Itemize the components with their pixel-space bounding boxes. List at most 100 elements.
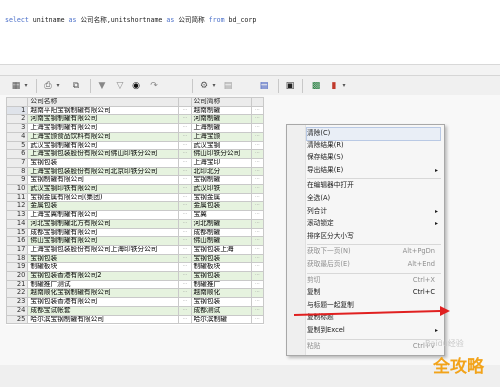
cell-ellipsis-icon[interactable]: ··· bbox=[178, 131, 192, 142]
menu-item[interactable]: 滚动锁定 ▸ bbox=[307, 218, 441, 230]
report-icon[interactable]: ▮ bbox=[328, 79, 340, 93]
row-number[interactable]: 8 bbox=[5, 166, 29, 177]
cell-company-name[interactable]: 宝钢包装 bbox=[27, 253, 180, 264]
row-number[interactable]: 6 bbox=[5, 149, 29, 159]
result-grid[interactable]: 公司名称 公司简称 1 越南平阳宝钢制罐有限公司 ··· 越南制罐 ··· 2 河南宝钢制罐… bbox=[5, 97, 265, 325]
cell-ellipsis-icon[interactable]: ··· bbox=[250, 227, 265, 238]
cell-ellipsis-icon[interactable]: ··· bbox=[178, 262, 192, 273]
find-icon[interactable]: ◉ bbox=[130, 79, 142, 93]
cell-company-name[interactable]: 制罐板块 bbox=[27, 262, 180, 273]
cell-company-name[interactable]: 上海宝钢包装股份有限公司北京印铁分公司 bbox=[27, 166, 180, 177]
cell-ellipsis-icon[interactable]: ··· bbox=[250, 166, 265, 177]
cell-ellipsis-icon[interactable]: ··· bbox=[250, 210, 265, 220]
cell-company-name[interactable]: 宝钢制罐有限公司 bbox=[27, 175, 180, 186]
table-row[interactable]: 5 武汉宝钢制罐有限公司 ··· 武汉宝钢 ··· bbox=[5, 140, 265, 151]
table-row[interactable]: 8 上海宝钢包装股份有限公司北京印铁分公司 ··· 北印北分 ··· bbox=[5, 166, 265, 177]
row-number-header[interactable] bbox=[5, 97, 29, 107]
cell-ellipsis-icon[interactable]: ··· bbox=[250, 271, 265, 281]
cell-ellipsis-icon[interactable]: ··· bbox=[178, 227, 192, 238]
cell-ellipsis-icon[interactable]: ··· bbox=[178, 123, 192, 133]
table-row[interactable]: 12 金属包装 ··· 金属包装 ··· bbox=[5, 201, 265, 212]
cell-company-name[interactable]: 成都宝试帐套 bbox=[27, 305, 180, 316]
next-icon[interactable]: ↷ bbox=[148, 79, 160, 93]
cell-ellipsis-icon[interactable]: ··· bbox=[250, 262, 265, 273]
cell-ellipsis-icon[interactable]: ··· bbox=[250, 149, 265, 159]
table-row[interactable]: 2 河南宝钢制罐有限公司 ··· 河南制罐 ··· bbox=[5, 114, 265, 125]
cell-ellipsis-icon[interactable]: ··· bbox=[178, 297, 192, 307]
cell-ellipsis-icon[interactable]: ··· bbox=[250, 253, 265, 264]
menu-item[interactable]: 排序区分大小写 bbox=[307, 231, 441, 243]
row-number[interactable]: 25 bbox=[5, 314, 29, 325]
cell-ellipsis-icon[interactable]: ··· bbox=[178, 149, 192, 159]
cell-company-short[interactable]: 河南制罐 bbox=[190, 114, 252, 125]
table-row[interactable]: 21 制罐推广测试 ··· 制罐推广 ··· bbox=[5, 279, 265, 290]
print-icon[interactable]: ⎙ bbox=[42, 79, 54, 93]
save-icon[interactable]: ▣ bbox=[284, 79, 296, 93]
column-header-short[interactable]: 公司简称 bbox=[190, 97, 252, 107]
table-row[interactable]: 10 武汉宝钢印铁有限公司 ··· 武汉印铁 ··· bbox=[5, 184, 265, 194]
table-row[interactable]: 4 上海宝颁食品饮料有限公司 ··· 上海宝颁 ··· bbox=[5, 131, 265, 142]
cell-ellipsis-icon[interactable]: ··· bbox=[250, 236, 265, 246]
cell-ellipsis-icon[interactable]: ··· bbox=[250, 305, 265, 316]
cell-ellipsis-icon[interactable]: ··· bbox=[178, 184, 192, 194]
row-number[interactable]: 14 bbox=[5, 218, 29, 229]
sql-statement[interactable]: select unitname as 公司名称,unitshortname as… bbox=[5, 14, 256, 24]
pivot-icon[interactable]: ▤ bbox=[258, 79, 270, 93]
cell-company-short[interactable]: 武汉印铁 bbox=[190, 184, 252, 194]
cell-company-name[interactable]: 宝钢包装香港有限公司2 bbox=[27, 271, 180, 281]
cell-company-name[interactable]: 上海宝钢制罐有限公司 bbox=[27, 123, 180, 133]
cell-ellipsis-icon[interactable]: ··· bbox=[178, 236, 192, 246]
cell-ellipsis-icon[interactable]: ··· bbox=[178, 244, 192, 255]
cell-ellipsis-icon[interactable]: ··· bbox=[178, 166, 192, 177]
table-row[interactable]: 18 宝钢包装 ··· 宝钢包装 ··· bbox=[5, 253, 265, 264]
menu-item[interactable]: 在编辑器中打开 bbox=[307, 180, 441, 192]
row-number[interactable]: 4 bbox=[5, 131, 29, 142]
table-row[interactable]: 25 哈尔滨宝钢制罐有限公司 ··· 哈尔滨制罐 ··· bbox=[5, 314, 265, 325]
cell-ellipsis-icon[interactable]: ··· bbox=[250, 140, 265, 151]
cell-company-short[interactable]: 佛山印铁分公司 bbox=[190, 149, 252, 159]
cell-ellipsis-icon[interactable]: ··· bbox=[178, 175, 192, 186]
cell-company-short[interactable]: 上海宝颁 bbox=[190, 131, 252, 142]
menu-item[interactable]: 复制到Excel ▸ bbox=[307, 325, 441, 337]
menu-item[interactable]: 清除(C) bbox=[306, 127, 441, 141]
cell-company-short[interactable]: 宝钢制罐 bbox=[190, 175, 252, 186]
row-number[interactable]: 16 bbox=[5, 236, 29, 246]
cell-company-name[interactable]: 武汉宝钢印铁有限公司 bbox=[27, 184, 180, 194]
cell-company-name[interactable]: 佛山宝钢制罐有限公司 bbox=[27, 236, 180, 246]
chart-icon[interactable]: ▤ bbox=[222, 79, 234, 93]
menu-item[interactable]: 复制 Ctrl+C bbox=[307, 287, 441, 299]
menu-item[interactable]: 获取下一页(N) Alt+PgDn bbox=[307, 246, 441, 258]
cell-company-name[interactable]: 成都宝钢制罐有限公司 bbox=[27, 227, 180, 238]
cell-company-name[interactable]: 武汉宝钢制罐有限公司 bbox=[27, 140, 180, 151]
cell-ellipsis-icon[interactable]: ··· bbox=[250, 175, 265, 186]
cell-company-short[interactable]: 宝钢包装 bbox=[190, 253, 252, 264]
grid-layout-icon[interactable]: ▦ bbox=[10, 79, 22, 93]
cell-ellipsis-icon[interactable]: ··· bbox=[250, 105, 265, 116]
row-number[interactable]: 13 bbox=[5, 210, 29, 220]
editor-splitter[interactable] bbox=[0, 65, 500, 75]
cell-company-short[interactable]: 宝钢金属 bbox=[190, 192, 252, 203]
cell-ellipsis-icon[interactable]: ··· bbox=[250, 201, 265, 212]
dropdown-arrow-icon[interactable]: ▾ bbox=[22, 79, 30, 93]
table-row[interactable]: 24 成都宝试帐套 ··· 成都测试 ··· bbox=[5, 305, 265, 316]
cell-ellipsis-icon[interactable]: ··· bbox=[178, 305, 192, 316]
cell-company-short[interactable]: 武汉宝钢 bbox=[190, 140, 252, 151]
cell-ellipsis-icon[interactable]: ··· bbox=[178, 288, 192, 299]
cell-company-name[interactable]: 宝钢包装 bbox=[27, 157, 180, 168]
row-number[interactable]: 22 bbox=[5, 288, 29, 299]
cell-company-short[interactable]: 哈尔滨制罐 bbox=[190, 314, 252, 325]
sort-icon[interactable]: ⚙ bbox=[198, 79, 210, 93]
cell-company-short[interactable]: 佛山制罐 bbox=[190, 236, 252, 246]
table-row[interactable]: 11 宝钢金属有限公司(集团) ··· 宝钢金属 ··· bbox=[5, 192, 265, 203]
cell-company-short[interactable]: 越南制罐 bbox=[190, 105, 252, 116]
table-row[interactable]: 16 佛山宝钢制罐有限公司 ··· 佛山制罐 ··· bbox=[5, 236, 265, 246]
cell-ellipsis-icon[interactable]: ··· bbox=[250, 184, 265, 194]
row-number[interactable]: 23 bbox=[5, 297, 29, 307]
menu-item[interactable]: 保存结果(S) bbox=[307, 152, 441, 164]
cell-ellipsis-icon[interactable]: ··· bbox=[250, 192, 265, 203]
row-number[interactable]: 21 bbox=[5, 279, 29, 290]
cell-company-short[interactable]: 成都制罐 bbox=[190, 227, 252, 238]
cell-ellipsis-icon[interactable]: ··· bbox=[250, 288, 265, 299]
row-number[interactable]: 5 bbox=[5, 140, 29, 151]
cell-ellipsis-icon[interactable]: ··· bbox=[178, 210, 192, 220]
